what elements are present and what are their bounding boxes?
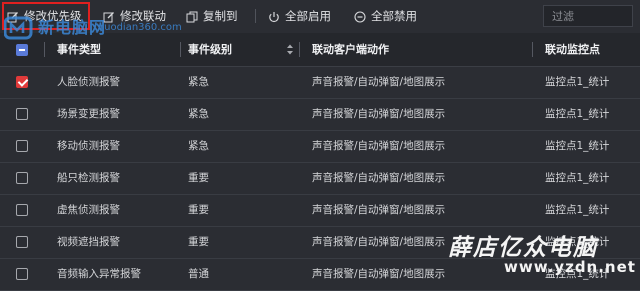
event-type-cell: 船只检测报警 [57,172,120,184]
row-checkbox[interactable] [16,108,28,120]
table-row[interactable]: 船只检测报警 重要 声音报警/自动弹窗/地图展示 监控点1_统计 [0,163,640,195]
column-header-event-type[interactable]: 事件类型 [57,33,101,66]
table-row[interactable]: 移动侦测报警 紧急 声音报警/自动弹窗/地图展示 监控点1_统计 [0,131,640,163]
table-header: 事件类型 事件级别 联动客户端动作 联动监控点 [0,33,640,67]
enable-all-label: 全部启用 [285,9,331,23]
row-checkbox[interactable] [16,268,28,280]
toolbar-divider [255,9,256,23]
monitoring-point-cell: 监控点1_统计 [545,172,610,184]
column-header-client-action[interactable]: 联动客户端动作 [312,33,389,66]
edit-priority-button[interactable]: 修改优先级 [2,2,90,30]
monitoring-point-cell: 监控点1_统计 [545,140,610,152]
row-checkbox[interactable] [16,236,28,248]
event-type-cell: 音频输入异常报警 [57,268,141,280]
row-checkbox[interactable] [16,76,28,88]
edit-icon [103,11,115,23]
disable-all-label: 全部禁用 [371,9,417,23]
table-row[interactable]: 场景变更报警 紧急 声音报警/自动弹窗/地图展示 监控点1_统计 [0,99,640,131]
copy-to-button[interactable]: 复制到 [186,4,238,28]
event-level-cell: 紧急 [188,108,209,120]
client-action-cell: 声音报警/自动弹窗/地图展示 [312,108,446,120]
monitoring-point-cell: 监控点1_统计 [545,268,610,280]
copy-to-label: 复制到 [203,9,238,23]
disable-all-button[interactable]: 全部禁用 [354,4,417,28]
column-header-event-level[interactable]: 事件级别 [188,33,232,66]
filter-input[interactable] [543,5,633,27]
event-type-cell: 人脸侦测报警 [57,76,120,88]
edit-linkage-label: 修改联动 [120,9,166,23]
client-action-cell: 声音报警/自动弹窗/地图展示 [312,76,446,88]
minus-circle-icon [354,10,366,23]
event-level-cell: 重要 [188,236,209,248]
select-all-checkbox[interactable] [16,44,28,56]
row-checkbox[interactable] [16,204,28,216]
client-action-cell: 声音报警/自动弹窗/地图展示 [312,140,446,152]
event-type-cell: 场景变更报警 [57,108,120,120]
event-level-cell: 重要 [188,204,209,216]
table-row[interactable]: 视频遮挡报警 重要 声音报警/自动弹窗/地图展示 监控点1_统计 [0,227,640,259]
column-divider [44,42,45,57]
row-checkbox[interactable] [16,140,28,152]
event-level-cell: 紧急 [188,76,209,88]
edit-icon [7,11,19,23]
monitoring-point-cell: 监控点1_统计 [545,236,610,248]
client-action-cell: 声音报警/自动弹窗/地图展示 [312,172,446,184]
table-row[interactable]: 音频输入异常报警 普通 声音报警/自动弹窗/地图展示 监控点1_统计 [0,259,640,291]
column-divider [532,42,533,57]
event-type-cell: 虚焦侦测报警 [57,204,120,216]
client-action-cell: 声音报警/自动弹窗/地图展示 [312,204,446,216]
row-checkbox[interactable] [16,172,28,184]
event-level-cell: 普通 [188,268,209,280]
toolbar: 修改优先级 修改联动 复制到 全部启用 全部禁用 [0,0,640,34]
sort-icon[interactable] [286,43,294,59]
monitoring-point-cell: 监控点1_统计 [545,204,610,216]
monitoring-point-cell: 监控点1_统计 [545,108,610,120]
event-level-cell: 紧急 [188,140,209,152]
column-divider [299,42,300,57]
power-icon [268,11,280,23]
event-type-cell: 移动侦测报警 [57,140,120,152]
copy-icon [186,11,198,23]
client-action-cell: 声音报警/自动弹窗/地图展示 [312,236,446,248]
enable-all-button[interactable]: 全部启用 [268,4,331,28]
column-divider [180,42,181,57]
client-action-cell: 声音报警/自动弹窗/地图展示 [312,268,446,280]
monitoring-point-cell: 监控点1_统计 [545,76,610,88]
edit-priority-label: 修改优先级 [24,9,82,23]
edit-linkage-button[interactable]: 修改联动 [103,4,166,28]
table-row[interactable]: 虚焦侦测报警 重要 声音报警/自动弹窗/地图展示 监控点1_统计 [0,195,640,227]
table-row[interactable]: 人脸侦测报警 紧急 声音报警/自动弹窗/地图展示 监控点1_统计 [0,67,640,99]
column-header-monitoring-point[interactable]: 联动监控点 [545,33,600,66]
event-level-cell: 重要 [188,172,209,184]
event-type-cell: 视频遮挡报警 [57,236,120,248]
